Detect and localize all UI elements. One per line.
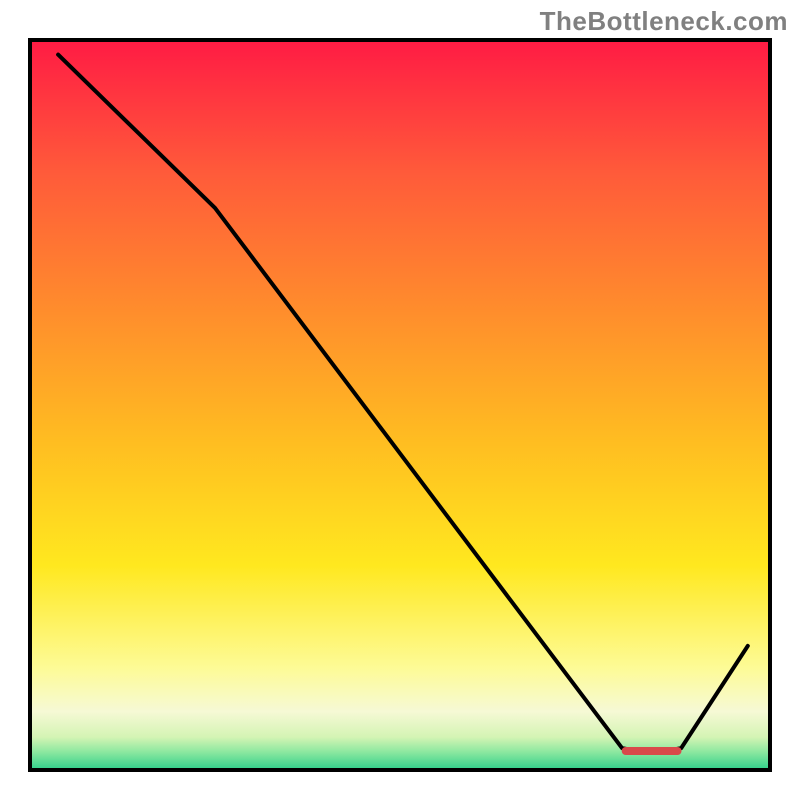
bottleneck-chart <box>0 0 800 800</box>
plot-background <box>30 40 770 770</box>
chart-stage: TheBottleneck.com <box>0 0 800 800</box>
